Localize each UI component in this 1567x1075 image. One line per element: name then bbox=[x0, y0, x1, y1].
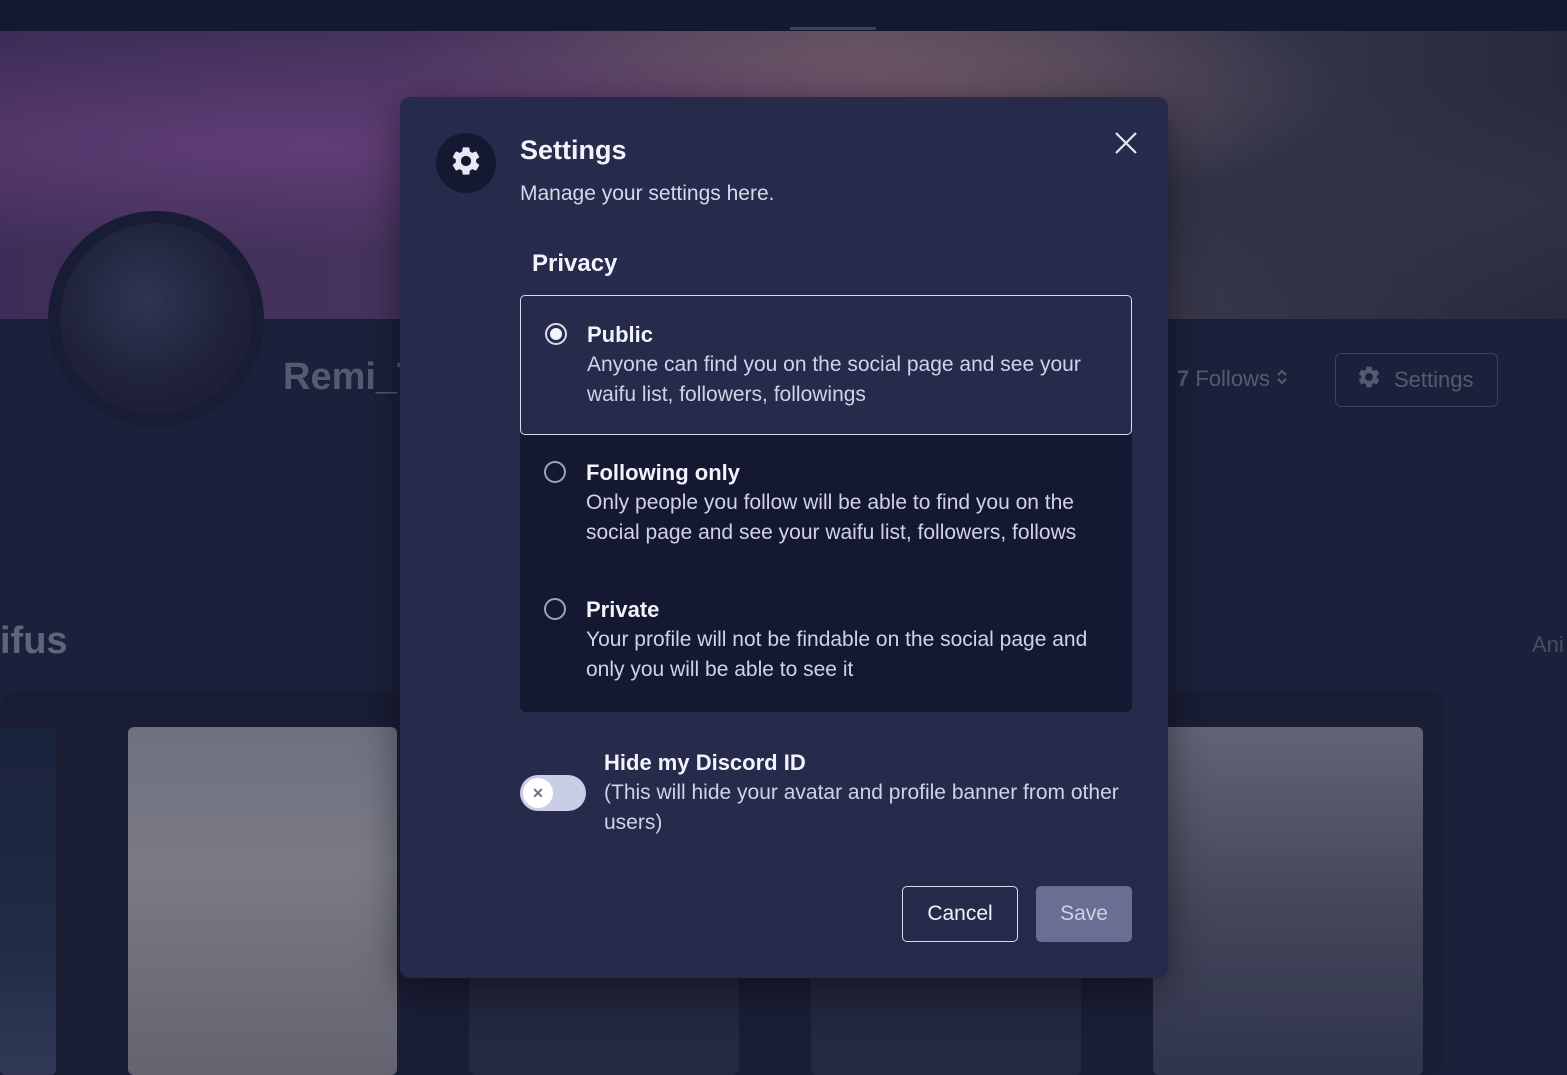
option-description: Anyone can find you on the social page a… bbox=[587, 353, 1081, 406]
option-description: Only people you follow will be able to f… bbox=[586, 491, 1077, 544]
modal-title: Settings bbox=[520, 135, 627, 165]
privacy-option-following-only[interactable]: Following only Only people you follow wi… bbox=[520, 435, 1132, 573]
close-button[interactable] bbox=[1112, 129, 1140, 157]
hide-discord-id-toggle[interactable]: ✕ bbox=[520, 775, 586, 811]
option-title: Private bbox=[586, 597, 660, 622]
save-button[interactable]: Save bbox=[1036, 886, 1132, 942]
radio-following-only[interactable] bbox=[544, 461, 566, 483]
x-icon: ✕ bbox=[532, 784, 544, 801]
option-description: Your profile will not be findable on the… bbox=[586, 628, 1088, 681]
toggle-knob: ✕ bbox=[523, 778, 553, 808]
radio-private[interactable] bbox=[544, 598, 566, 620]
gear-icon bbox=[449, 144, 483, 183]
modal-subtitle: Manage your settings here. bbox=[520, 182, 775, 205]
privacy-options: Public Anyone can find you on the social… bbox=[520, 295, 1132, 712]
privacy-option-private[interactable]: Private Your profile will not be findabl… bbox=[520, 573, 1132, 712]
cancel-button[interactable]: Cancel bbox=[902, 886, 1018, 942]
settings-modal: Settings Manage your settings here. Priv… bbox=[400, 97, 1168, 978]
privacy-option-public[interactable]: Public Anyone can find you on the social… bbox=[520, 295, 1132, 435]
toggle-title: Hide my Discord ID bbox=[604, 750, 806, 775]
toggle-description: (This will hide your avatar and profile … bbox=[604, 781, 1119, 834]
option-title: Public bbox=[587, 322, 654, 347]
radio-public[interactable] bbox=[545, 323, 567, 345]
close-icon bbox=[1112, 132, 1140, 161]
privacy-heading: Privacy bbox=[532, 250, 618, 277]
modal-header-icon bbox=[436, 133, 496, 193]
option-title: Following only bbox=[586, 460, 740, 485]
